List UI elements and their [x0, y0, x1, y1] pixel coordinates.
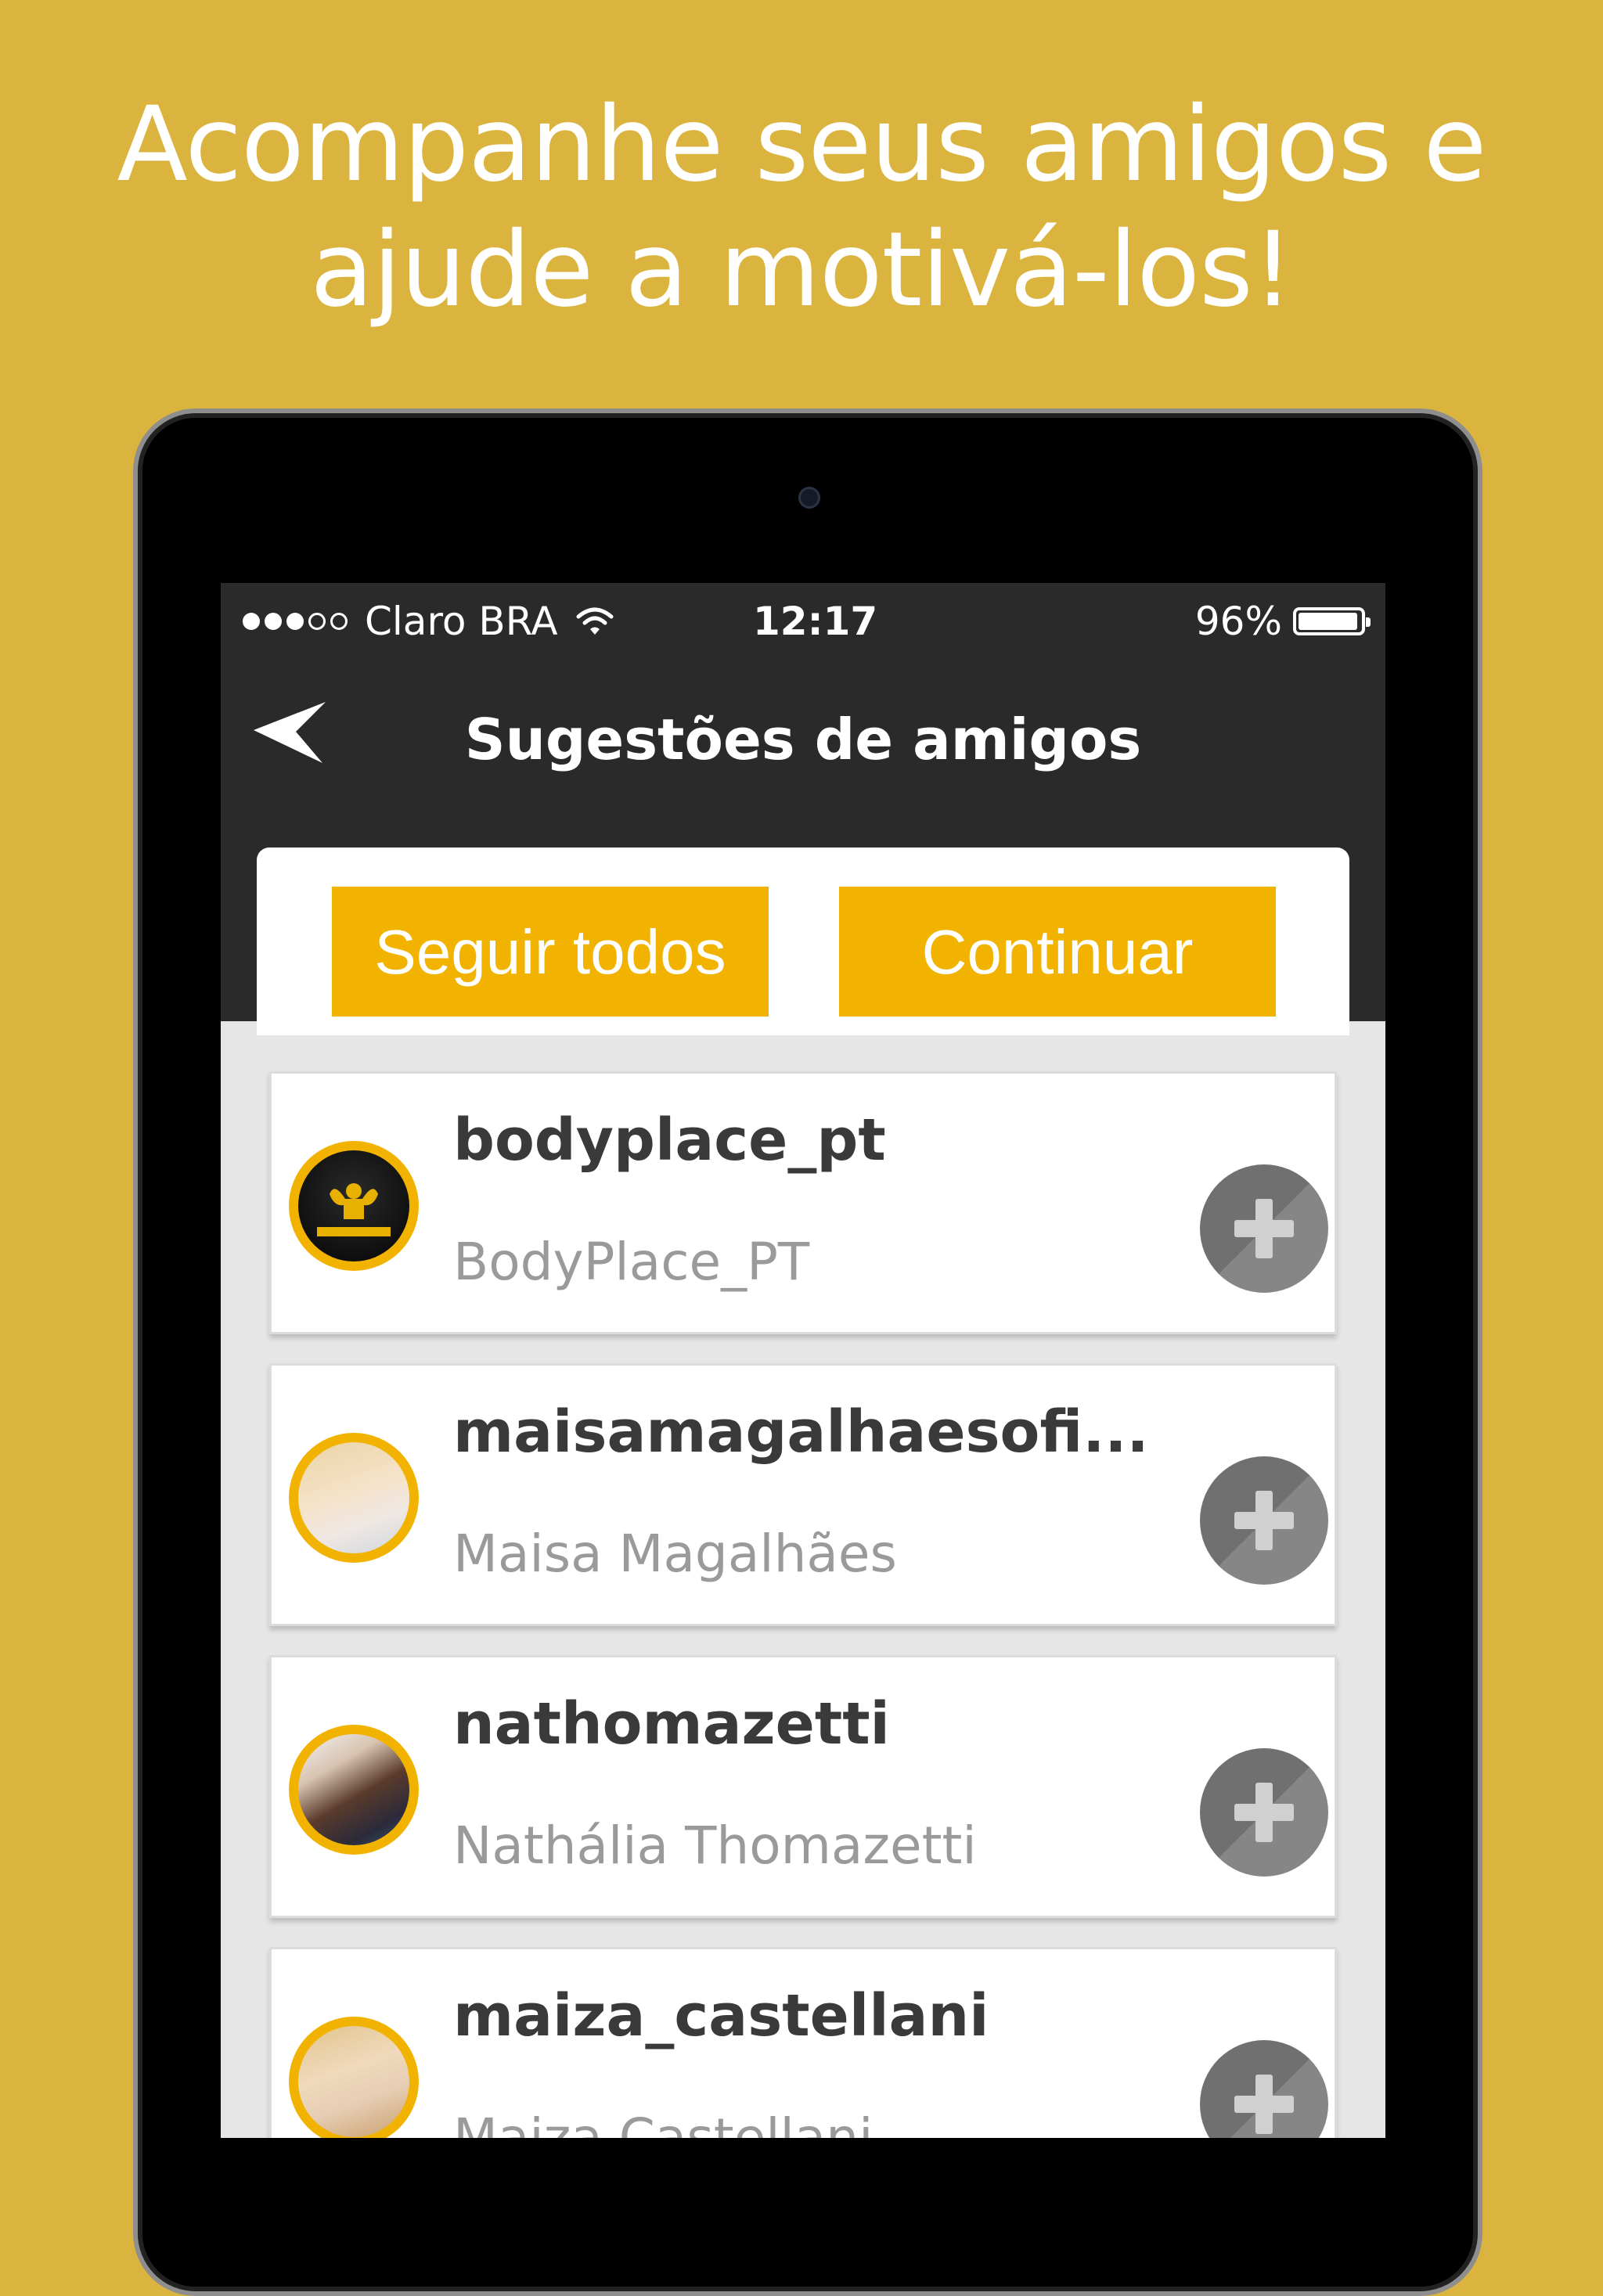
bodyplace-logo-icon	[317, 1183, 391, 1236]
carrier-name: Claro BRA	[365, 599, 558, 644]
username: maiza_castellani	[453, 1982, 989, 2049]
add-friend-button[interactable]	[1200, 1456, 1328, 1585]
full-name: Nathália Thomazetti	[453, 1816, 977, 1876]
avatar	[289, 2017, 419, 2138]
avatar	[289, 1433, 419, 1563]
username: maisamagalhaesofi...	[453, 1398, 1149, 1466]
follow-all-button[interactable]: Seguir todos	[332, 887, 769, 1017]
list-item[interactable]: maisamagalhaesofi... Maisa Magalhães	[269, 1363, 1337, 1626]
battery-icon	[1293, 607, 1371, 635]
full-name: Maiza Castellani	[453, 2107, 874, 2138]
status-left: Claro BRA	[243, 599, 614, 644]
avatar	[289, 1141, 419, 1271]
full-name: BodyPlace_PT	[453, 1232, 810, 1292]
list-item[interactable]: maiza_castellani Maiza Castellani	[269, 1947, 1337, 2138]
add-friend-button[interactable]	[1200, 2040, 1328, 2138]
battery-percent: 96%	[1194, 599, 1282, 644]
full-name: Maisa Magalhães	[453, 1524, 897, 1584]
battery-fill	[1299, 613, 1357, 630]
actions-card: Seguir todos Continuar	[257, 848, 1349, 1035]
promo-line-1: Acompanhe seus amigos e	[117, 85, 1486, 205]
promo-headline: Acompanhe seus amigos e ajude a motivá-l…	[0, 82, 1603, 333]
signal-strength-icon	[243, 613, 352, 630]
wifi-icon	[576, 607, 614, 635]
list-item[interactable]: bodyplace_pt BodyPlace_PT	[269, 1071, 1337, 1334]
continue-button[interactable]: Continuar	[839, 887, 1276, 1017]
username: nathomazetti	[453, 1690, 890, 1758]
page-title: Sugestões de amigos	[464, 707, 1142, 772]
status-bar: Claro BRA 12:17 96%	[221, 583, 1385, 661]
add-friend-button[interactable]	[1200, 1164, 1328, 1293]
app-screen: Claro BRA 12:17 96% Sugestões de amigos …	[221, 583, 1385, 2138]
add-friend-button[interactable]	[1200, 1748, 1328, 1877]
promo-line-2: ajude a motivá-los!	[310, 210, 1294, 330]
list-item[interactable]: nathomazetti Nathália Thomazetti	[269, 1655, 1337, 1918]
camera-icon	[798, 487, 820, 509]
status-time: 12:17	[753, 599, 878, 644]
status-right: 96%	[1194, 599, 1371, 644]
username: bodyplace_pt	[453, 1107, 886, 1174]
avatar	[289, 1725, 419, 1855]
